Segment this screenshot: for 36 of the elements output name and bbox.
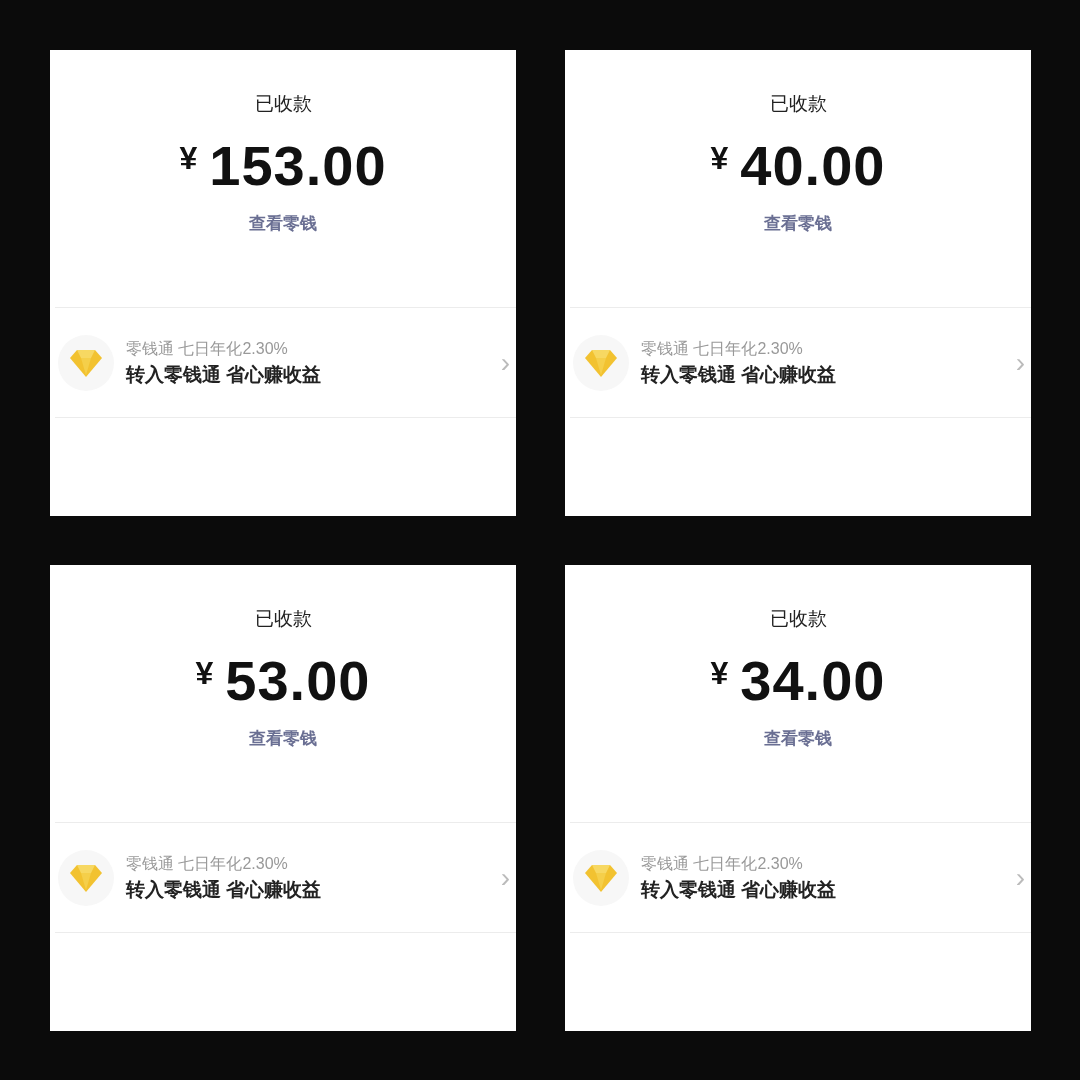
currency-symbol: ¥	[195, 654, 214, 693]
chevron-icon: ›	[500, 348, 510, 377]
promo-subtitle: 零钱通 七日年化2.30%	[126, 338, 289, 359]
promo-row[interactable]: 零钱通 七日年化2.30% 转入零钱通 省心赚收益 ›	[55, 334, 516, 391]
diamond-icon	[584, 347, 618, 378]
currency-symbol: ¥	[179, 139, 198, 178]
status-text: 已收款	[254, 92, 312, 116]
promo-subtitle: 零钱通 七日年化2.30%	[641, 338, 804, 359]
view-change-link[interactable]: 查看零钱	[764, 727, 832, 751]
status-text: 已收款	[254, 607, 312, 631]
diamond-icon	[584, 862, 618, 893]
promo-title: 转入零钱通 省心赚收益	[126, 877, 323, 902]
promo-title: 转入零钱通 省心赚收益	[126, 362, 323, 387]
view-change-link[interactable]: 查看零钱	[249, 212, 317, 236]
amount-text: 34.00	[740, 649, 886, 713]
amount-text: 40.00	[740, 134, 886, 198]
promo-row[interactable]: 零钱通 七日年化2.30% 转入零钱通 省心赚收益 ›	[55, 849, 516, 906]
promo-subtitle: 零钱通 七日年化2.30%	[641, 853, 804, 874]
view-change-link[interactable]: 查看零钱	[764, 212, 832, 236]
status-text: 已收款	[769, 607, 827, 631]
status-text: 已收款	[769, 92, 827, 116]
promo-row[interactable]: 零钱通 七日年化2.30% 转入零钱通 省心赚收益 ›	[570, 334, 1031, 391]
view-change-link[interactable]: 查看零钱	[249, 727, 317, 751]
diamond-icon	[69, 862, 103, 893]
promo-title: 转入零钱通 省心赚收益	[641, 877, 838, 902]
promo-row[interactable]: 零钱通 七日年化2.30% 转入零钱通 省心赚收益 ›	[570, 849, 1031, 906]
amount-text: 53.00	[225, 649, 371, 713]
chevron-icon: ›	[1015, 863, 1025, 892]
chevron-icon: ›	[1015, 348, 1025, 377]
currency-symbol: ¥	[710, 654, 729, 693]
diamond-icon	[69, 347, 103, 378]
currency-symbol: ¥	[710, 139, 729, 178]
amount-text: 153.00	[209, 134, 387, 198]
promo-title: 转入零钱通 省心赚收益	[641, 362, 838, 387]
chevron-icon: ›	[500, 863, 510, 892]
promo-subtitle: 零钱通 七日年化2.30%	[126, 853, 289, 874]
